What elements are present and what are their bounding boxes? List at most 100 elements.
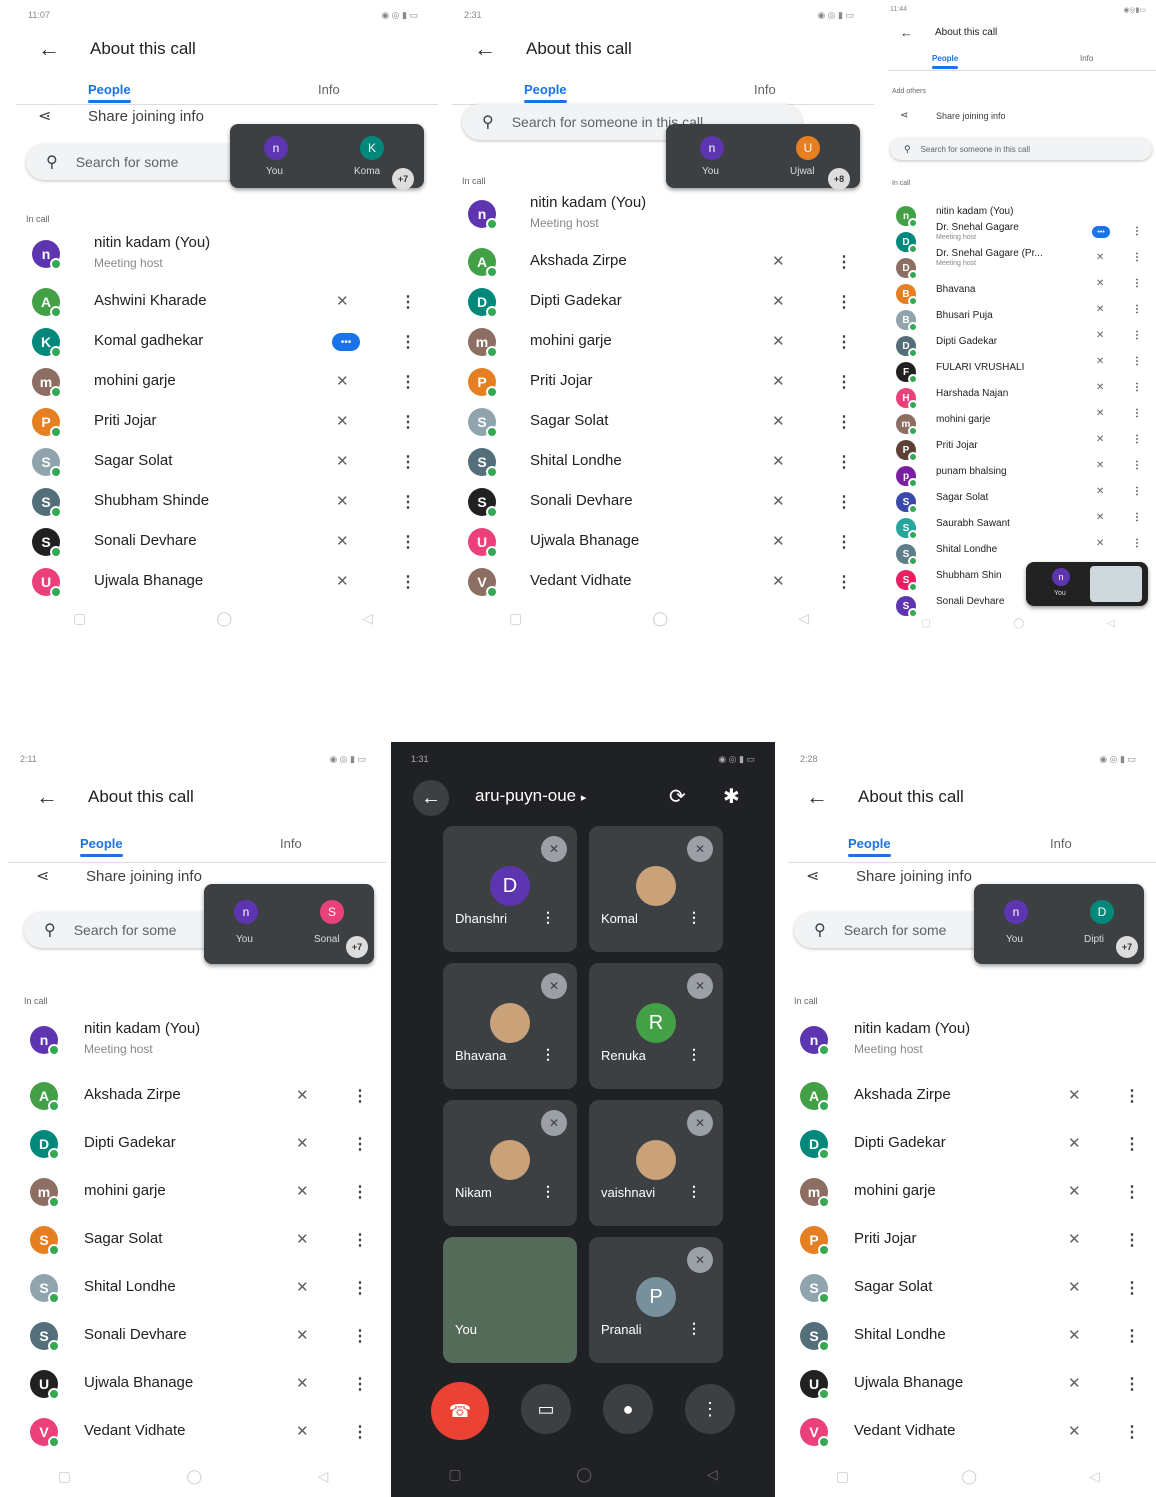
- more-vert-icon[interactable]: ⋮: [1124, 1326, 1140, 1346]
- mic-off-icon[interactable]: ✕: [1068, 1374, 1081, 1392]
- participant-row[interactable]: m mohini garje ✕ ⋮: [780, 1174, 1156, 1210]
- participant-row[interactable]: S Sonali Devhare ✕ ⋮: [0, 1318, 386, 1354]
- mic-off-icon[interactable]: ✕: [296, 1326, 309, 1344]
- mic-off-icon[interactable]: ✕: [1096, 330, 1104, 341]
- nav-back-icon[interactable]: ◁: [1089, 1468, 1100, 1488]
- more-vert-icon[interactable]: ⋮: [1132, 486, 1142, 497]
- mic-off-icon[interactable]: ✕: [772, 492, 785, 510]
- mic-off-icon[interactable]: ✕: [1096, 538, 1104, 549]
- mic-off-icon[interactable]: ✕: [1096, 356, 1104, 367]
- participant-row[interactable]: D Dipti Gadekar ✕ ⋮: [0, 1126, 386, 1162]
- nav-back-icon[interactable]: ◁: [1107, 618, 1115, 638]
- participant-row[interactable]: K Komal gadhekar ••• ⋮: [8, 324, 438, 360]
- mic-off-icon[interactable]: ✕: [1096, 434, 1104, 445]
- host-row[interactable]: n nitin kadam (You) Meeting host: [444, 194, 874, 232]
- share-joining-info[interactable]: ⋖ Share joining info: [806, 866, 972, 886]
- participant-row[interactable]: A Akshada Zirpe ✕ ⋮: [444, 244, 874, 280]
- tab-info[interactable]: Info: [1050, 836, 1072, 851]
- mic-toggle-button[interactable]: ●: [603, 1384, 653, 1434]
- participant-row[interactable]: m mohini garje ✕ ⋮: [0, 1174, 386, 1210]
- tab-info[interactable]: Info: [318, 82, 340, 97]
- nav-back-icon[interactable]: ◁: [318, 1468, 329, 1488]
- mic-off-icon[interactable]: ✕: [336, 452, 349, 470]
- participant-row[interactable]: m mohini garje ✕ ⋮: [444, 324, 874, 360]
- more-vert-icon[interactable]: ⋮: [352, 1230, 368, 1250]
- recents-icon[interactable]: ▢: [448, 1466, 461, 1486]
- more-vert-icon[interactable]: ⋮: [1132, 460, 1142, 471]
- mic-off-icon[interactable]: ✕: [296, 1182, 309, 1200]
- recents-icon[interactable]: ▢: [836, 1468, 849, 1488]
- mic-off-icon[interactable]: ✕: [1096, 278, 1104, 289]
- mic-off-icon[interactable]: ✕: [336, 292, 349, 310]
- share-joining-info[interactable]: ⋖ Share joining info: [38, 106, 204, 126]
- more-vert-icon[interactable]: ⋮: [352, 1422, 368, 1442]
- more-vert-icon[interactable]: ⋮: [541, 1183, 555, 1200]
- more-vert-icon[interactable]: ⋮: [687, 909, 701, 926]
- more-vert-icon[interactable]: ⋮: [1124, 1230, 1140, 1250]
- more-vert-icon[interactable]: ⋮: [1132, 226, 1142, 237]
- more-vert-icon[interactable]: ⋮: [352, 1182, 368, 1202]
- more-vert-icon[interactable]: ⋮: [836, 252, 852, 272]
- mic-off-icon[interactable]: ✕: [1068, 1230, 1081, 1248]
- switch-camera-icon[interactable]: ⟳: [669, 784, 686, 809]
- tab-people[interactable]: People: [848, 836, 891, 857]
- more-vert-icon[interactable]: ⋮: [352, 1326, 368, 1346]
- more-vert-icon[interactable]: ⋮: [352, 1134, 368, 1154]
- mic-off-icon[interactable]: ✕: [772, 372, 785, 390]
- back-arrow-icon[interactable]: ←: [474, 38, 496, 60]
- search-input[interactable]: ⚲ Search for someone in this call: [890, 138, 1152, 160]
- more-vert-icon[interactable]: ⋮: [1132, 538, 1142, 549]
- tab-people[interactable]: People: [932, 54, 959, 69]
- camera-toggle-button[interactable]: ▭: [521, 1384, 571, 1434]
- back-arrow-icon[interactable]: ←: [38, 38, 60, 60]
- participant-row[interactable]: S Sonali Devhare ✕ ⋮: [8, 524, 438, 560]
- participant-row[interactable]: S Sagar Solat ✕ ⋮: [8, 444, 438, 480]
- host-row[interactable]: n nitin kadam (You) Meeting host: [0, 1020, 386, 1058]
- more-vert-icon[interactable]: ⋮: [541, 909, 555, 926]
- participant-row[interactable]: U Ujwala Bhanage ✕ ⋮: [0, 1366, 386, 1402]
- participant-row[interactable]: S Shital Londhe ✕ ⋮: [444, 444, 874, 480]
- more-vert-icon[interactable]: ⋮: [687, 1183, 701, 1200]
- recents-icon[interactable]: ▢: [509, 610, 522, 630]
- mic-off-icon[interactable]: ✕: [1096, 252, 1104, 263]
- mic-off-icon[interactable]: ✕: [336, 492, 349, 510]
- more-vert-icon[interactable]: ⋮: [400, 452, 416, 472]
- participant-tile[interactable]: P ✕ ⋮ Pranali: [589, 1237, 723, 1363]
- mic-off-icon[interactable]: ✕: [336, 532, 349, 550]
- self-preview-pip[interactable]: n You K Koma +7: [230, 124, 424, 190]
- participant-row[interactable]: A Akshada Zirpe ✕ ⋮: [0, 1078, 386, 1114]
- more-vert-icon[interactable]: ⋮: [1132, 252, 1142, 263]
- more-vert-icon[interactable]: ⋮: [836, 412, 852, 432]
- more-vert-icon[interactable]: ⋮: [400, 292, 416, 312]
- more-vert-icon[interactable]: ⋮: [1132, 408, 1142, 419]
- tab-info[interactable]: Info: [1080, 54, 1093, 63]
- back-arrow-icon[interactable]: ←: [900, 26, 913, 39]
- more-vert-icon[interactable]: ⋮: [1132, 434, 1142, 445]
- participant-tile[interactable]: R ✕ ⋮ Renuka: [589, 963, 723, 1089]
- self-preview-pip[interactable]: n You U Ujwal +8: [666, 124, 860, 190]
- participant-row[interactable]: U Ujwala Bhanage ✕ ⋮: [444, 524, 874, 560]
- mic-off-icon[interactable]: ✕: [336, 372, 349, 390]
- home-icon[interactable]: ◯: [1013, 618, 1024, 638]
- more-vert-icon[interactable]: ⋮: [1124, 1134, 1140, 1154]
- participant-row[interactable]: S Shital Londhe ✕ ⋮: [0, 1270, 386, 1306]
- more-vert-icon[interactable]: ⋮: [1124, 1086, 1140, 1106]
- mic-off-icon[interactable]: ✕: [772, 572, 785, 590]
- mic-off-icon[interactable]: ✕: [1096, 486, 1104, 497]
- home-icon[interactable]: ◯: [961, 1468, 977, 1488]
- tab-people[interactable]: People: [88, 82, 131, 103]
- self-preview-pip[interactable]: n You S Sonal +7: [204, 884, 374, 964]
- host-row[interactable]: n nitin kadam (You) Meeting host: [8, 234, 438, 272]
- more-vert-icon[interactable]: ⋮: [1132, 356, 1142, 367]
- mic-off-icon[interactable]: ✕: [296, 1134, 309, 1152]
- mic-off-icon[interactable]: ✕: [1068, 1326, 1081, 1344]
- more-vert-icon[interactable]: ⋮: [836, 572, 852, 592]
- mic-off-icon[interactable]: ✕: [772, 532, 785, 550]
- participant-row[interactable]: S Sonali Devhare ✕ ⋮: [444, 484, 874, 520]
- tab-info[interactable]: Info: [280, 836, 302, 851]
- participant-tile[interactable]: D ✕ ⋮ Dhanshri: [443, 826, 577, 952]
- participant-row[interactable]: S Shital Londhe ✕ ⋮: [780, 1318, 1156, 1354]
- more-vert-icon[interactable]: ⋮: [352, 1278, 368, 1298]
- more-vert-icon[interactable]: ⋮: [1132, 382, 1142, 393]
- more-options-button[interactable]: ⋮: [685, 1384, 735, 1434]
